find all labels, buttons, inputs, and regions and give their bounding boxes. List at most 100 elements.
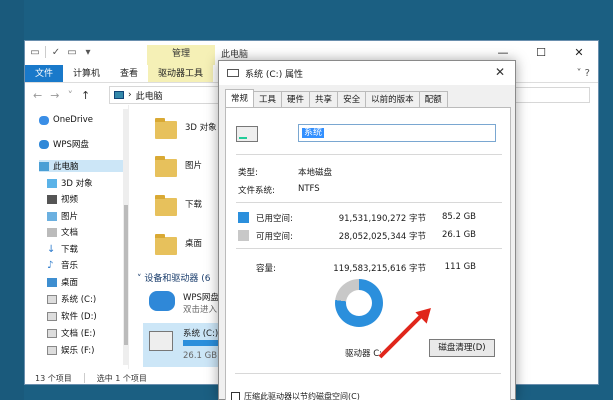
computer-icon: ▭	[30, 46, 40, 58]
window-title: 此电脑	[221, 50, 249, 60]
cube-icon	[47, 178, 57, 188]
help-icon[interactable]: ˅ ?	[577, 68, 591, 79]
capacity-label: 容量:	[256, 264, 276, 274]
chevron-right-icon: ›	[128, 90, 132, 100]
tab-file[interactable]: 文件	[25, 65, 63, 82]
forward-icon[interactable]: →	[50, 89, 59, 102]
divider	[45, 46, 46, 58]
tab-general[interactable]: 常规	[225, 89, 255, 107]
context-tab-manage[interactable]: 管理	[147, 45, 215, 65]
folder-label[interactable]: 3D 对象	[185, 121, 217, 133]
sidebar-item-videos[interactable]: 视频	[47, 193, 78, 205]
drive-icon	[47, 294, 57, 304]
sidebar-item-desktop[interactable]: 桌面	[47, 276, 78, 288]
sidebar-item-drive-d[interactable]: 软件 (D:)	[47, 310, 97, 322]
tab-tools[interactable]: 工具	[253, 91, 283, 107]
music-icon: ♪	[47, 259, 54, 271]
sidebar-item-pictures[interactable]: 图片	[47, 210, 78, 222]
devices-group-header[interactable]: ˅ 设备和驱动器 (6	[137, 271, 210, 284]
compress-label: 压缩此驱动器以节约磁盘空间(C)	[244, 392, 360, 400]
used-gb: 85.2 GB	[441, 212, 476, 222]
folder-icon[interactable]	[155, 195, 177, 216]
breadcrumb[interactable]: 此电脑	[136, 89, 163, 102]
used-color-swatch	[238, 212, 249, 223]
divider	[235, 373, 501, 374]
sidebar-item-music[interactable]: ♪ 音乐	[47, 259, 78, 271]
up-icon[interactable]: ↑	[81, 89, 90, 102]
compress-checkbox-row[interactable]: 压缩此驱动器以节约磁盘空间(C)	[231, 391, 360, 400]
type-label: 类型:	[238, 168, 258, 178]
tab-previous-versions[interactable]: 以前的版本	[365, 91, 420, 107]
tab-sharing[interactable]: 共享	[309, 91, 339, 107]
sidebar-item-drive-e[interactable]: 文档 (E:)	[47, 327, 96, 339]
tab-hardware[interactable]: 硬件	[281, 91, 311, 107]
folder-icon[interactable]	[155, 234, 177, 255]
drive-icon	[47, 328, 57, 338]
sidebar-item-wps[interactable]: WPS网盘	[39, 138, 89, 150]
used-label: 已用空间:	[256, 214, 293, 224]
sidebar-item-downloads[interactable]: ↓ 下载	[47, 243, 78, 255]
video-icon	[47, 194, 57, 204]
free-color-swatch	[238, 230, 249, 241]
drive-icon	[47, 311, 57, 321]
sidebar-item-onedrive[interactable]: OneDrive	[39, 115, 93, 125]
sidebar-item-drive-f[interactable]: 娱乐 (F:)	[47, 344, 94, 356]
drive-name-input[interactable]: 系统	[298, 124, 496, 142]
computer-icon	[39, 161, 49, 171]
divider	[236, 154, 502, 155]
close-icon[interactable]: ✕	[495, 65, 505, 79]
properties-icon[interactable]: ✓	[50, 46, 62, 58]
filesystem-value: NTFS	[298, 184, 320, 194]
compress-checkbox[interactable]	[231, 392, 240, 400]
drive-icon	[236, 126, 258, 142]
close-button[interactable]: ✕	[560, 41, 598, 63]
sidebar-item-3d-objects[interactable]: 3D 对象	[47, 177, 93, 189]
drive-icon	[149, 331, 173, 351]
free-gb: 26.1 GB	[441, 230, 476, 240]
navigation-pane: OneDrive WPS网盘 此电脑 3D 对象 视频 图片 文档 ↓ 下载 ♪ 音…	[25, 105, 129, 369]
drive-usage-bar	[183, 340, 219, 346]
sidebar-item-drive-c[interactable]: 系统 (C:)	[47, 293, 96, 305]
download-icon: ↓	[47, 243, 56, 255]
folder-icon[interactable]	[155, 118, 177, 139]
type-value: 本地磁盘	[298, 168, 333, 178]
scrollbar[interactable]	[123, 109, 129, 365]
tab-security[interactable]: 安全	[337, 91, 367, 107]
capacity-gb: 111 GB	[444, 262, 476, 272]
address-bar[interactable]: › 此电脑	[109, 86, 221, 104]
sidebar-item-this-pc[interactable]: 此电脑	[39, 160, 123, 172]
tab-quota[interactable]: 配额	[418, 91, 448, 107]
folder-label[interactable]: 桌面	[185, 237, 202, 249]
folder-label[interactable]: 下载	[185, 198, 202, 210]
dialog-title-bar: 系统 (C:) 属性 ✕	[219, 61, 515, 85]
tab-drive-tools[interactable]: 驱动器工具	[148, 65, 214, 82]
divider	[83, 373, 85, 383]
tab-view[interactable]: 查看	[110, 65, 148, 82]
drive-letter-label: 驱动器 C:	[345, 349, 383, 359]
back-icon[interactable]: ←	[33, 89, 42, 102]
used-bytes: 91,531,190,272 字节	[338, 214, 426, 224]
disk-usage-donut	[335, 279, 383, 327]
folder-label[interactable]: 图片	[185, 159, 202, 171]
tab-computer[interactable]: 计算机	[63, 65, 110, 82]
dialog-tabs: 常规 工具 硬件 共享 安全 以前的版本 配额	[225, 89, 448, 107]
folder-icon[interactable]	[155, 156, 177, 177]
item-count: 13 个项目	[35, 373, 72, 383]
recent-dropdown-icon[interactable]: ˅	[67, 89, 73, 102]
navigation-buttons: ← → ˅ ↑	[25, 89, 90, 102]
drive-icon	[227, 69, 239, 77]
computer-icon	[114, 91, 124, 99]
new-folder-icon[interactable]: ▭	[66, 46, 78, 58]
drive-c-name: 系统 (C:)	[183, 329, 219, 339]
customize-qat-icon[interactable]: ▾	[82, 46, 94, 58]
cloud-icon	[39, 139, 49, 149]
filesystem-label: 文件系统:	[238, 186, 275, 196]
maximize-button[interactable]: ☐	[522, 41, 560, 63]
free-label: 可用空间:	[256, 232, 293, 242]
sidebar-item-documents[interactable]: 文档	[47, 226, 78, 238]
wps-drive-name[interactable]: WPS网盘	[183, 291, 219, 303]
disk-cleanup-button[interactable]: 磁盘清理(D)	[429, 339, 495, 357]
capacity-bytes: 119,583,215,616 字节	[333, 264, 426, 274]
wps-drive-sub: 双击进入	[183, 305, 218, 315]
scrollbar-thumb[interactable]	[124, 205, 128, 345]
